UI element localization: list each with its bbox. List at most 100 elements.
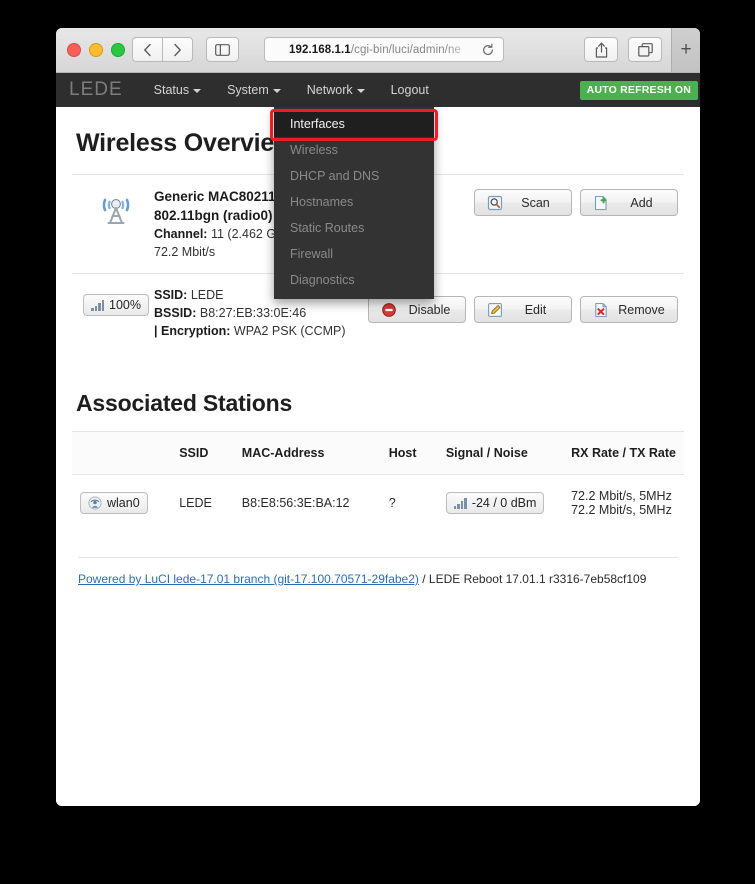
edit-button[interactable]: Edit [474,296,572,323]
add-button[interactable]: Add [580,189,678,216]
wifi-client-icon [88,496,102,510]
forward-button[interactable] [162,37,193,62]
dropdown-item-dhcp-and-dns[interactable]: DHCP and DNS [274,163,434,189]
dropdown-item-interfaces[interactable]: Interfaces [274,111,434,137]
add-page-icon [593,195,609,211]
network-encryption-label: | Encryption: [154,324,231,338]
signal-strength-label: 100% [109,298,141,312]
network-bssid-label: BSSID: [154,306,197,320]
network-bssid: BSSID: B8:27:EB:33:0E:46 [154,304,368,322]
dropdown-item-firewall[interactable]: Firewall [274,241,434,267]
table-header-row: SSID MAC-Address Host Signal / Noise RX … [72,431,684,475]
column-header-signal-noise: Signal / Noise [437,431,564,475]
share-button[interactable] [584,37,618,62]
edit-button-label: Edit [524,302,547,317]
share-icon [595,42,607,58]
nav-item-logout-label: Logout [390,83,429,97]
luci-version-link[interactable]: Powered by LuCI lede-17.01 branch (git-1… [78,572,419,586]
remove-icon [593,302,609,318]
signal-strength-badge[interactable]: 100% [83,294,149,316]
sidebar-toggle-button[interactable] [206,37,239,62]
radio-icon-cell [78,187,154,229]
url-bar[interactable]: 192.168.1.1/cgi-bin/luci/admin/ne [264,37,504,62]
signal-bars-icon [453,497,467,509]
column-header-interface [72,431,172,475]
edit-icon [487,302,503,318]
dropdown-item-wireless[interactable]: Wireless [274,137,434,163]
associated-stations-title: Associated Stations [76,390,293,416]
network-dropdown-menu: Interfaces Wireless DHCP and DNS Hostnam… [274,107,434,299]
remove-button[interactable]: Remove [580,296,678,323]
dropdown-item-hostnames[interactable]: Hostnames [274,189,434,215]
signal-bars-icon [91,299,104,311]
interface-badge-label: wlan0 [107,496,140,510]
disable-button[interactable]: Disable [368,296,466,323]
cell-host: ? [388,496,396,510]
column-header-rx-tx-rate: RX Rate / TX Rate [563,431,684,475]
network-bssid-value: B8:27:EB:33:0E:46 [199,306,307,320]
nav-item-logout[interactable]: Logout [378,73,442,107]
column-header-host: Host [380,431,438,475]
close-window-button[interactable] [67,43,81,57]
interface-badge-wlan0[interactable]: wlan0 [80,492,148,514]
scan-icon [487,195,503,211]
network-encryption-value: WPA2 PSK (CCMP) [233,324,346,338]
network-encryption: | Encryption: WPA2 PSK (CCMP) [154,322,368,340]
nav-item-status[interactable]: Status [141,73,214,107]
dropdown-item-static-routes[interactable]: Static Routes [274,215,434,241]
luci-navbar: LEDE Status System Network Logout AUTO R… [56,73,700,107]
page-viewport: LEDE Status System Network Logout AUTO R… [56,73,700,806]
disable-button-label: Disable [408,302,451,317]
signal-cell: 100% [78,286,154,316]
chevron-down-icon [193,88,202,93]
chevron-down-icon [272,88,281,93]
chevron-down-icon [356,88,365,93]
cell-mac-address: B8:E8:56:3E:BA:12 [241,496,350,510]
footer: Powered by LuCI lede-17.01 branch (git-1… [78,557,678,586]
tx-rate: 72.2 Mbit/s, 5MHz [571,503,672,517]
nav-item-network-label: Network [306,83,353,97]
nav-item-status-label: Status [153,83,190,97]
minimize-window-button[interactable] [89,43,103,57]
scan-button-label: Scan [521,195,550,210]
dropdown-item-diagnostics[interactable]: Diagnostics [274,267,434,293]
auto-refresh-badge[interactable]: AUTO REFRESH ON [579,81,698,100]
cell-ssid: LEDE [179,496,212,510]
maximize-window-button[interactable] [111,43,125,57]
disable-icon [381,302,397,318]
cell-interface: wlan0 [72,475,171,532]
browser-window: 192.168.1.1/cgi-bin/luci/admin/ne + LEDE… [56,28,700,806]
table-row: wlan0 LEDE B8:E8:56:3E:BA:12 ? -24 / 0 d… [72,475,684,532]
remove-button-label: Remove [618,302,665,317]
nav-item-system-label: System [227,83,269,97]
url-text: 192.168.1.1/cgi-bin/luci/admin/ne [288,43,462,56]
radio-button-group: Scan Add [474,187,678,216]
reload-icon[interactable] [481,43,495,57]
column-header-mac-address: MAC-Address [233,431,381,475]
associated-stations-table: SSID MAC-Address Host Signal / Noise RX … [72,431,684,531]
tabs-icon [637,42,653,57]
network-ssid-label: SSID: [154,288,188,302]
browser-toolbar: 192.168.1.1/cgi-bin/luci/admin/ne + [56,28,700,73]
window-controls [67,43,125,57]
nav-item-system[interactable]: System [214,73,294,107]
show-tabs-button[interactable] [628,37,662,62]
chevron-right-icon [174,43,181,56]
scan-button[interactable]: Scan [474,189,572,216]
radio-channel-label: Channel: [154,227,208,241]
brand-logo[interactable]: LEDE [64,79,141,101]
nav-item-network[interactable]: Network [294,73,378,107]
network-ssid-value: LEDE [190,288,224,302]
new-tab-label: + [680,39,692,60]
chevron-left-icon [144,43,151,56]
firmware-version-text: / LEDE Reboot 17.01.1 r3316-7eb58cf109 [418,572,647,586]
signal-noise-badge[interactable]: -24 / 0 dBm [445,492,545,514]
wifi-tower-icon [102,198,130,224]
sidebar-icon [215,43,230,56]
signal-noise-label: -24 / 0 dBm [471,496,537,510]
column-header-ssid: SSID [171,431,234,475]
back-button[interactable] [132,37,162,62]
rx-rate: 72.2 Mbit/s, 5MHz [571,489,672,503]
add-button-label: Add [630,195,653,210]
new-tab-button[interactable]: + [671,28,700,72]
